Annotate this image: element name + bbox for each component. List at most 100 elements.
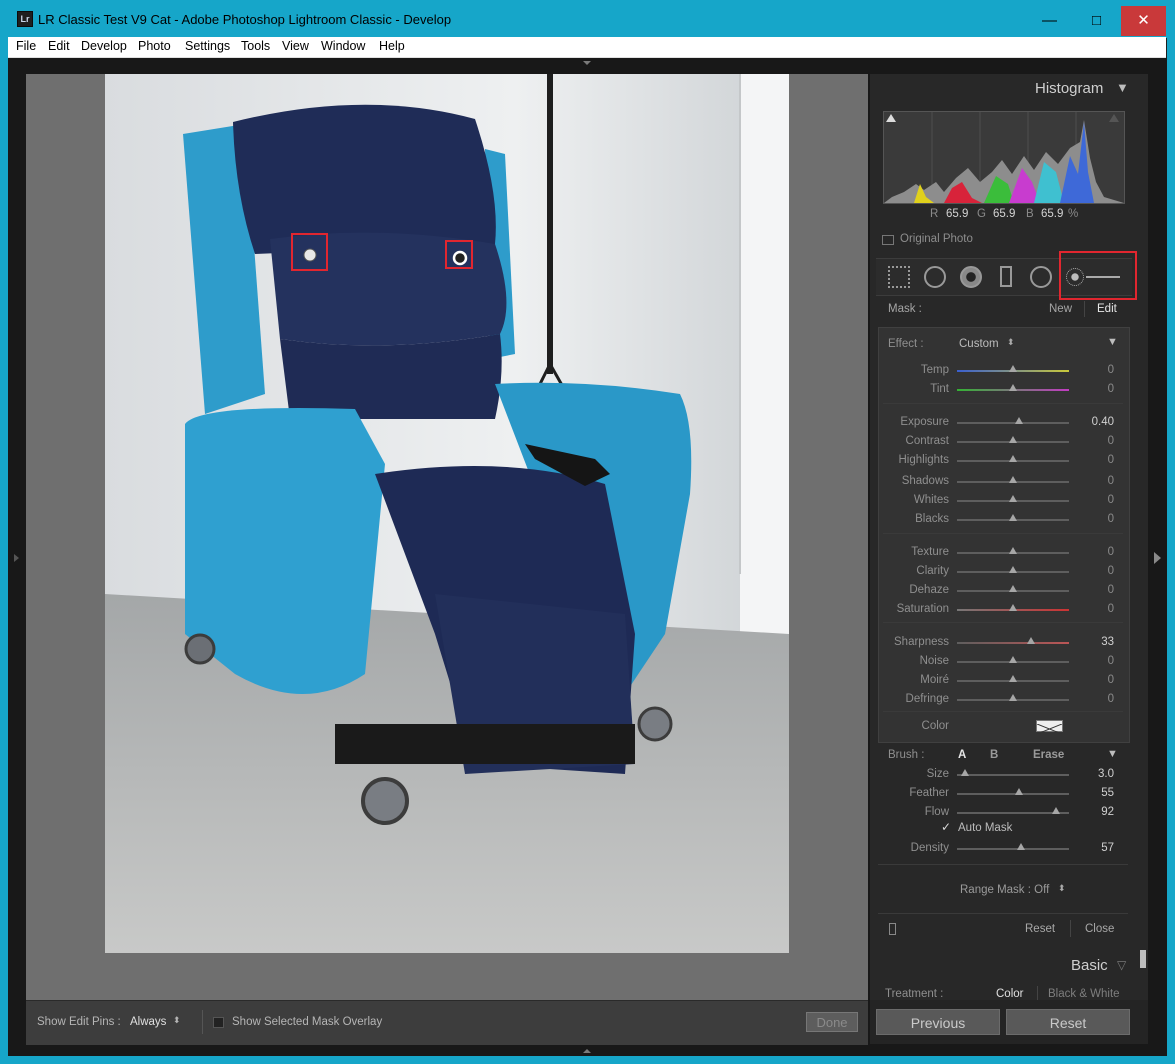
brush-slider-value[interactable]: 92 bbox=[1082, 806, 1114, 818]
original-photo-checkbox[interactable] bbox=[882, 235, 894, 245]
panel-scrollbar[interactable] bbox=[1140, 950, 1146, 968]
slider-thumb[interactable] bbox=[1009, 547, 1017, 554]
brush-slider-track[interactable] bbox=[957, 774, 1069, 776]
treatment-bw-button[interactable]: Black & White bbox=[1048, 988, 1120, 1000]
menu-photo[interactable]: Photo bbox=[138, 39, 171, 53]
slider-value[interactable]: 0 bbox=[1082, 693, 1114, 705]
red-eye-icon[interactable] bbox=[960, 266, 982, 288]
shadow-clipping-icon[interactable] bbox=[886, 114, 896, 122]
slider-value[interactable]: 0 bbox=[1082, 435, 1114, 447]
density-slider-thumb[interactable] bbox=[1016, 843, 1025, 850]
slider-thumb[interactable] bbox=[1009, 585, 1017, 592]
highlight-clipping-icon[interactable] bbox=[1109, 114, 1119, 122]
previous-button[interactable]: Previous bbox=[876, 1009, 1000, 1035]
edit-pin-highlight-left[interactable] bbox=[291, 233, 328, 271]
brush-slider-thumb[interactable] bbox=[1051, 807, 1060, 814]
slider-value[interactable]: 0 bbox=[1082, 603, 1114, 615]
slider-thumb[interactable] bbox=[1009, 656, 1017, 663]
slider-value[interactable]: 0 bbox=[1082, 475, 1114, 487]
slider-value[interactable]: 0 bbox=[1082, 454, 1114, 466]
adjustment-brush-highlight[interactable] bbox=[1059, 251, 1137, 300]
show-edit-pins-dropdown[interactable]: Always bbox=[130, 1016, 166, 1028]
slider-value[interactable]: 0 bbox=[1082, 546, 1114, 558]
auto-mask-checkbox[interactable]: ✓ bbox=[941, 820, 951, 834]
brush-a-button[interactable]: A bbox=[958, 749, 966, 761]
collapse-triangle-icon[interactable]: ▼ bbox=[1116, 80, 1129, 95]
mask-toggle-switch[interactable] bbox=[889, 923, 896, 935]
slider-value[interactable]: 33 bbox=[1082, 636, 1114, 648]
menu-view[interactable]: View bbox=[282, 39, 309, 53]
density-slider[interactable] bbox=[957, 848, 1069, 850]
right-panel-toggle-icon[interactable] bbox=[1154, 552, 1161, 564]
brush-slider-thumb[interactable] bbox=[960, 769, 969, 776]
graduated-filter-icon[interactable] bbox=[1000, 266, 1012, 287]
menu-settings[interactable]: Settings bbox=[185, 39, 230, 53]
maximize-button[interactable]: □ bbox=[1074, 6, 1119, 36]
slider-value[interactable]: 0 bbox=[1082, 494, 1114, 506]
top-panel-toggle-icon[interactable] bbox=[583, 61, 591, 65]
slider-value[interactable]: 0 bbox=[1082, 364, 1114, 376]
radial-filter-icon[interactable] bbox=[1030, 266, 1052, 288]
slider-thumb[interactable] bbox=[1009, 604, 1017, 611]
slider-value[interactable]: 0 bbox=[1082, 655, 1114, 667]
brush-slider-thumb[interactable] bbox=[1014, 788, 1023, 795]
slider-track[interactable] bbox=[957, 642, 1069, 644]
slider-thumb[interactable] bbox=[1009, 455, 1017, 462]
range-mask-dropdown[interactable]: Range Mask : Off bbox=[960, 884, 1049, 896]
slider-thumb[interactable] bbox=[1009, 675, 1017, 682]
menu-help[interactable]: Help bbox=[379, 39, 405, 53]
menu-window[interactable]: Window bbox=[321, 39, 365, 53]
slider-thumb[interactable] bbox=[1009, 384, 1017, 391]
bottom-panel-toggle-icon[interactable] bbox=[583, 1049, 591, 1053]
edit-pin-highlight-right[interactable] bbox=[445, 240, 473, 269]
slider-value[interactable]: 0.40 bbox=[1082, 416, 1114, 428]
effect-collapse-icon[interactable]: ▼ bbox=[1107, 336, 1118, 348]
slider-value[interactable]: 0 bbox=[1082, 565, 1114, 577]
reset-mask-button[interactable]: Reset bbox=[1025, 923, 1055, 935]
reset-all-button[interactable]: Reset bbox=[1006, 1009, 1130, 1035]
histogram-graph[interactable] bbox=[883, 111, 1125, 204]
menu-file[interactable]: File bbox=[16, 39, 36, 53]
slider-track[interactable] bbox=[957, 422, 1069, 424]
histogram-header[interactable]: Histogram bbox=[1035, 80, 1103, 97]
brush-slider-track[interactable] bbox=[957, 793, 1069, 795]
slider-value[interactable]: 0 bbox=[1082, 513, 1114, 525]
close-mask-button[interactable]: Close bbox=[1085, 923, 1114, 935]
menu-develop[interactable]: Develop bbox=[81, 39, 127, 53]
mask-edit-button[interactable]: Edit bbox=[1097, 303, 1117, 315]
slider-value[interactable]: 0 bbox=[1082, 383, 1114, 395]
treatment-color-button[interactable]: Color bbox=[996, 988, 1023, 1000]
menu-edit[interactable]: Edit bbox=[48, 39, 70, 53]
brush-slider-value[interactable]: 55 bbox=[1082, 787, 1114, 799]
brush-collapse-icon[interactable]: ▼ bbox=[1107, 748, 1118, 760]
density-value[interactable]: 57 bbox=[1082, 842, 1114, 854]
slider-thumb[interactable] bbox=[1009, 566, 1017, 573]
slider-thumb[interactable] bbox=[1009, 436, 1017, 443]
brush-erase-button[interactable]: Erase bbox=[1033, 749, 1064, 761]
slider-thumb[interactable] bbox=[1009, 476, 1017, 483]
effect-preset-dropdown[interactable]: Custom bbox=[959, 338, 999, 350]
slider-thumb[interactable] bbox=[1009, 365, 1017, 372]
slider-thumb[interactable] bbox=[1014, 417, 1023, 424]
basic-header[interactable]: Basic bbox=[1071, 957, 1108, 974]
slider-thumb[interactable] bbox=[1009, 514, 1017, 521]
minimize-button[interactable]: — bbox=[1027, 6, 1072, 36]
slider-thumb[interactable] bbox=[1009, 694, 1017, 701]
close-window-button[interactable]: ✕ bbox=[1121, 6, 1166, 36]
crop-overlay-icon[interactable] bbox=[888, 266, 910, 288]
color-swatch[interactable] bbox=[1036, 720, 1063, 735]
mask-overlay-checkbox[interactable] bbox=[213, 1017, 224, 1028]
slider-value[interactable]: 0 bbox=[1082, 584, 1114, 596]
left-panel-toggle-icon[interactable] bbox=[14, 554, 19, 562]
spot-removal-icon[interactable] bbox=[924, 266, 946, 288]
slider-value[interactable]: 0 bbox=[1082, 674, 1114, 686]
photo[interactable] bbox=[105, 74, 789, 953]
slider-thumb[interactable] bbox=[1009, 495, 1017, 502]
mask-new-button[interactable]: New bbox=[1049, 303, 1072, 315]
slider-thumb[interactable] bbox=[1026, 637, 1035, 644]
brush-slider-value[interactable]: 3.0 bbox=[1082, 768, 1114, 780]
basic-collapse-icon[interactable]: ▽ bbox=[1117, 958, 1126, 972]
menu-tools[interactable]: Tools bbox=[241, 39, 270, 53]
brush-b-button[interactable]: B bbox=[990, 749, 998, 761]
done-button[interactable]: Done bbox=[806, 1012, 858, 1032]
